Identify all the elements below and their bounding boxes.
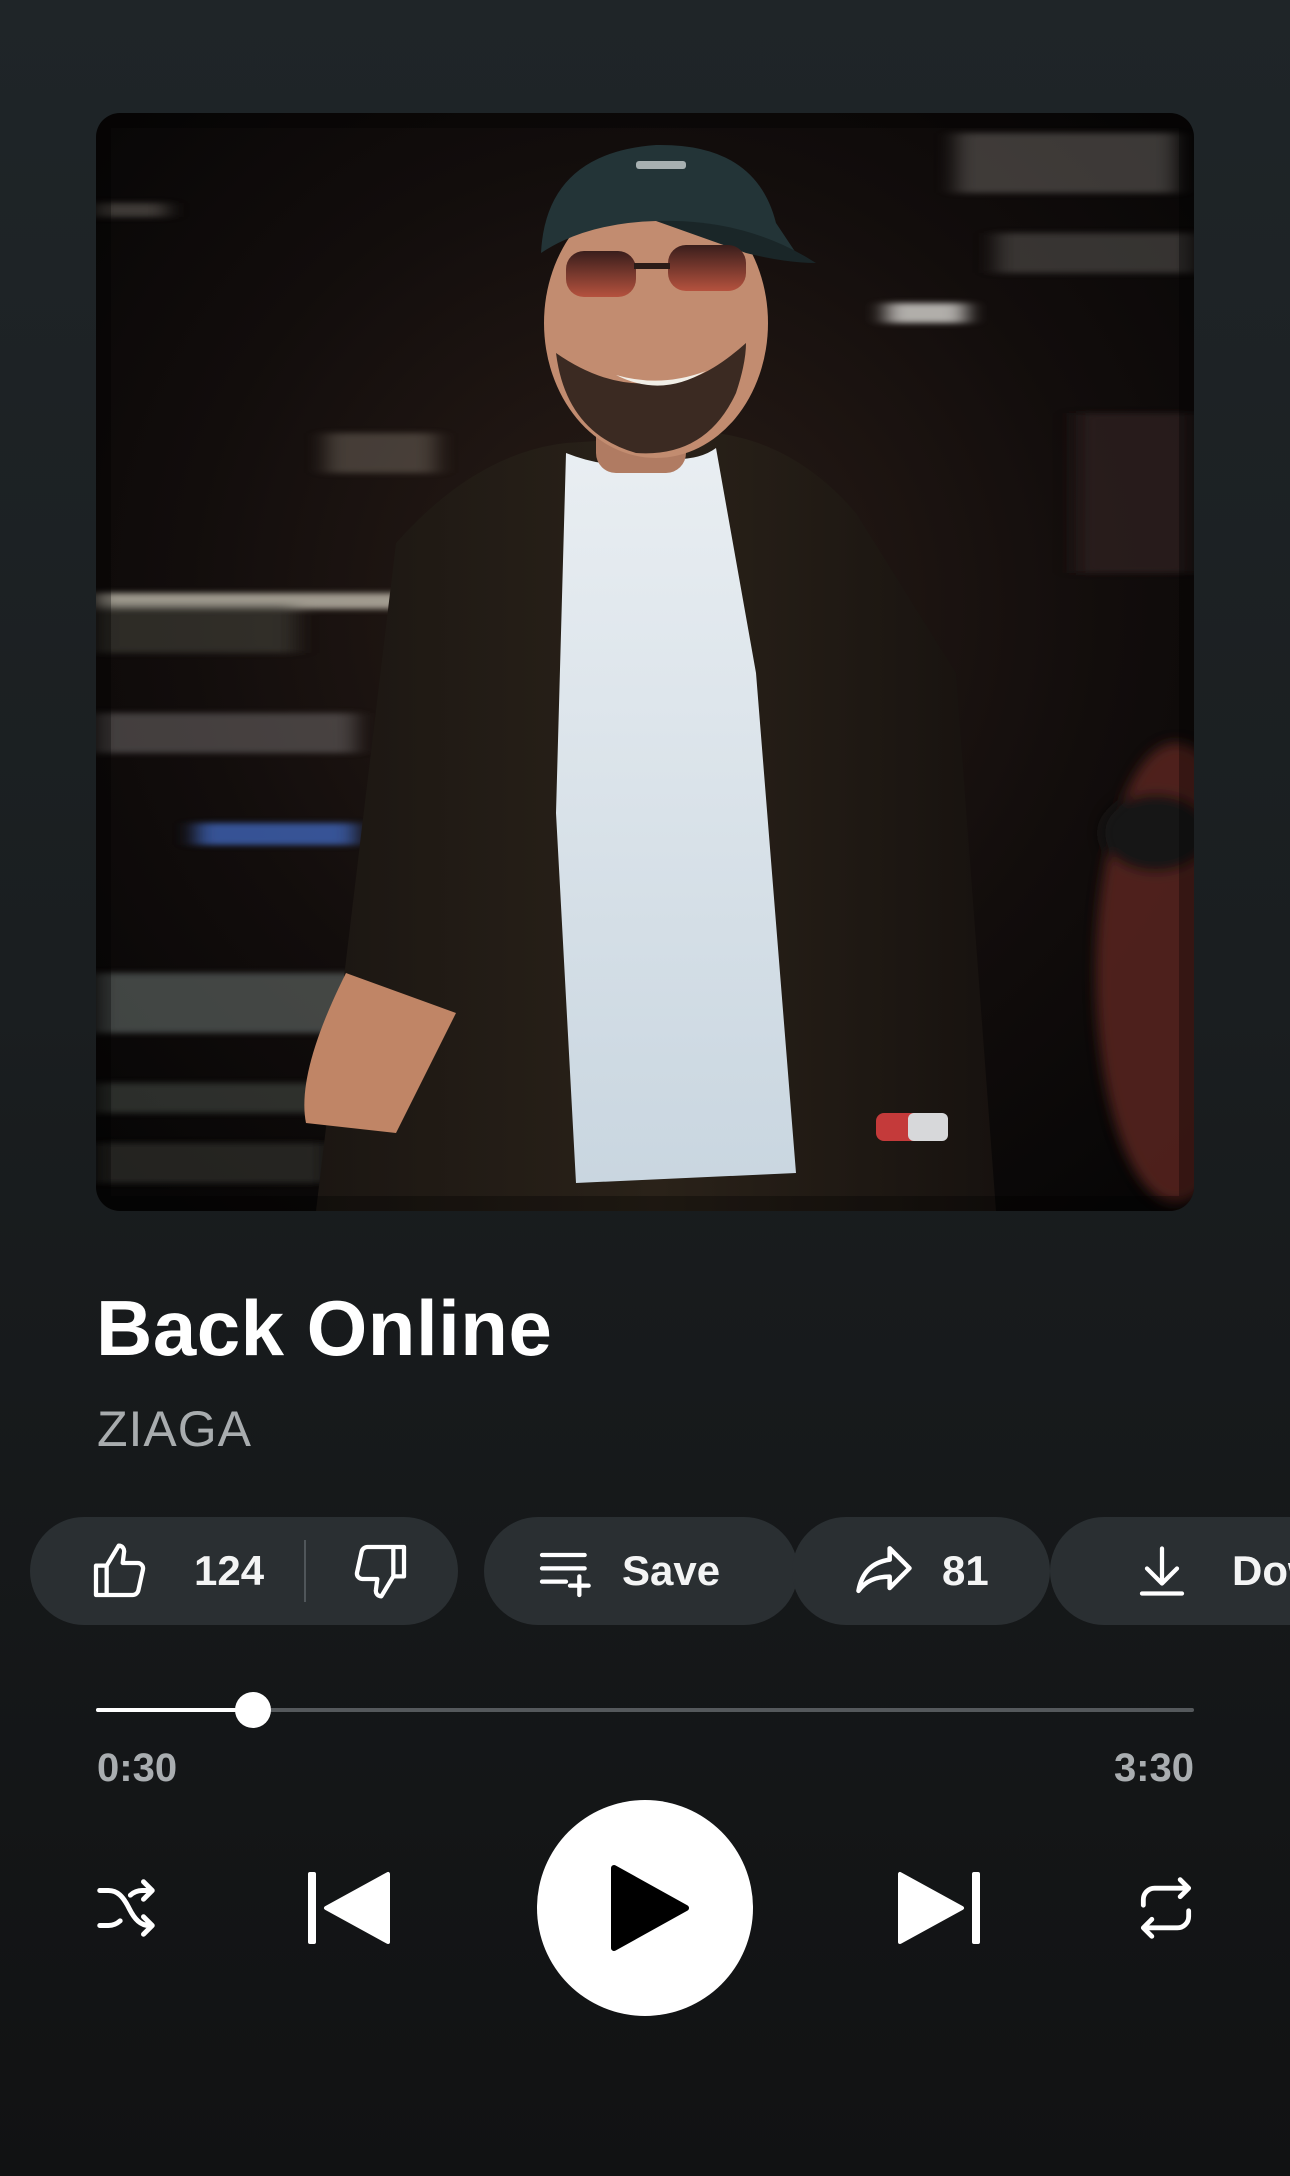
next-button[interactable] [892, 1866, 988, 1950]
download-label: Dow [1232, 1547, 1290, 1594]
share-count: 81 [942, 1547, 989, 1594]
artist-name[interactable]: ZIAGA [97, 1400, 252, 1458]
album-art-image [96, 113, 1194, 1211]
previous-button[interactable] [300, 1866, 396, 1950]
save-label: Save [622, 1547, 721, 1594]
like-dislike-chip: 124 [30, 1517, 458, 1625]
progress-thumb[interactable] [235, 1692, 271, 1728]
download-icon [1139, 1546, 1185, 1596]
repeat-icon [1140, 1877, 1192, 1939]
play-button[interactable] [537, 1800, 753, 2016]
repeat-button[interactable] [1126, 1868, 1206, 1948]
play-icon [611, 1865, 689, 1951]
elapsed-time: 0:30 [97, 1746, 178, 1790]
save-button[interactable]: Save [484, 1517, 798, 1625]
track-title: Back Online [96, 1284, 553, 1372]
share-arrow-icon [856, 1546, 912, 1594]
share-button[interactable]: 81 [792, 1517, 1050, 1625]
skip-previous-icon [308, 1872, 390, 1944]
action-bar: 124 Save 81 Dow [30, 1517, 1290, 1625]
album-art [96, 113, 1194, 1211]
like-button[interactable]: 124 [30, 1539, 264, 1603]
like-count: 124 [194, 1547, 265, 1594]
total-time: 3:30 [1113, 1746, 1194, 1790]
dislike-button[interactable] [348, 1539, 412, 1603]
thumbs-down-icon [354, 1544, 407, 1599]
shuffle-icon [97, 1879, 155, 1937]
playlist-add-icon [539, 1552, 591, 1598]
shuffle-button[interactable] [86, 1868, 166, 1948]
thumbs-up-icon [93, 1543, 146, 1598]
chip-divider [304, 1540, 307, 1602]
download-button[interactable]: Dow [1050, 1517, 1290, 1625]
skip-next-icon [898, 1872, 980, 1944]
progress-slider[interactable] [96, 1690, 1194, 1730]
progress-fill [96, 1708, 253, 1712]
